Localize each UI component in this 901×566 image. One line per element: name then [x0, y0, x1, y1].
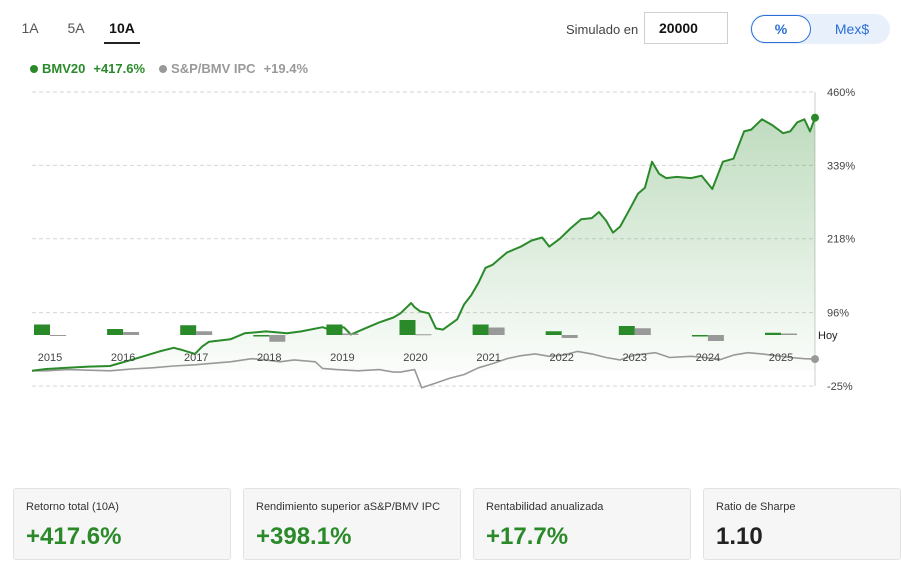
annual-bar-bmv20 [107, 329, 124, 335]
area-bmv20 [32, 117, 815, 371]
x-tick-label: 2021 [476, 352, 500, 364]
stat-value-outperformance: +398.1% [256, 523, 352, 550]
stat-label-outperformance: Rendimiento superior aS&P/BMV IPC [256, 501, 441, 513]
annual-bar-ipc [415, 334, 432, 336]
period-tabs: 1A 5A 10A [12, 14, 150, 44]
legend-dot-bmv20 [30, 64, 38, 73]
legend-value-ipc: +19.4% [263, 61, 309, 76]
annual-bar-bmv20 [34, 324, 50, 335]
annual-bar-bmv20 [253, 335, 270, 337]
stat-label-total-return: Retorno total (10A) [26, 501, 119, 513]
y-tick-label: 96% [827, 308, 849, 320]
x-tick-label: 2019 [330, 352, 354, 364]
tab-1a[interactable]: 1A [12, 14, 48, 44]
y-tick-label: -25% [827, 381, 853, 393]
annual-bar-ipc [123, 332, 140, 335]
y-tick-label: 218% [827, 234, 855, 246]
currency-toggle-button[interactable]: Mex$ [820, 14, 884, 44]
stat-card-total-return: Retorno total (10A) +417.6% [13, 488, 231, 560]
annual-bar-ipc [488, 327, 505, 335]
annual-bar-bmv20 [399, 320, 416, 335]
annual-bar-bmv20 [180, 325, 197, 335]
annual-bar-ipc [781, 333, 797, 335]
stat-value-annualized: +17.7% [486, 523, 569, 550]
annual-bar-ipc [561, 335, 578, 338]
annual-bar-ipc [269, 335, 286, 342]
annual-bar-bmv20 [691, 335, 708, 337]
y-tick-label: 460% [827, 87, 855, 99]
legend-name-ipc: S&P/BMV IPC [171, 61, 256, 76]
legend-value-bmv20: +417.6% [93, 61, 146, 76]
stat-card-annualized: Rentabilidad anualizada +17.7% [473, 488, 691, 560]
simulator-amount-input[interactable] [644, 12, 728, 44]
annual-bar-ipc [342, 333, 359, 335]
annual-bar-bmv20 [545, 331, 562, 335]
annual-bar-bmv20 [472, 324, 489, 335]
legend-name-bmv20: BMV20 [42, 61, 86, 76]
annual-bar-bmv20 [326, 324, 343, 335]
y-tick-label: 339% [827, 160, 855, 172]
series-end-dot-bmv20 [811, 113, 819, 122]
stat-label-sharpe: Ratio de Sharpe [716, 501, 796, 513]
x-tick-label: 2024 [696, 352, 720, 364]
percent-toggle-button[interactable]: % [751, 15, 811, 43]
stat-value-sharpe: 1.10 [716, 523, 763, 550]
x-tick-label: 2022 [549, 352, 573, 364]
x-tick-label: 2016 [111, 352, 135, 364]
legend-dot-ipc [159, 64, 168, 73]
annual-bar-bmv20 [618, 326, 635, 335]
annual-bar-ipc [634, 328, 651, 335]
tab-10a[interactable]: 10A [104, 14, 140, 44]
performance-chart: 460% 339% 218% 96% -25% 2015 2016 2017 2018 2019 2… [31, 87, 855, 393]
x-tick-label: 2025 [769, 352, 793, 364]
annual-bar-ipc [707, 335, 724, 341]
annual-bar-ipc [50, 335, 66, 336]
annual-bar-bmv20 [765, 332, 781, 335]
unit-toggle: % Mex$ [750, 14, 890, 44]
x-tick-label: 2023 [623, 352, 647, 364]
legend-item-bmv20[interactable]: BMV20 +417.6% [30, 61, 145, 76]
tab-5a[interactable]: 5A [58, 14, 94, 44]
x-tick-label: 2015 [38, 352, 62, 364]
today-label: Hoy [818, 330, 838, 342]
chart-legend: BMV20 +417.6% S&P/BMV IPC +19.4% [30, 61, 322, 76]
stat-label-annualized: Rentabilidad anualizada [486, 501, 604, 513]
stat-card-sharpe: Ratio de Sharpe 1.10 [703, 488, 901, 560]
stat-card-outperformance: Rendimiento superior aS&P/BMV IPC +398.1… [243, 488, 461, 560]
x-tick-label: 2017 [184, 352, 208, 364]
legend-item-ipc[interactable]: S&P/BMV IPC +19.4% [159, 61, 308, 76]
x-tick-label: 2020 [403, 352, 427, 364]
stat-value-total-return: +417.6% [26, 523, 122, 550]
simulator-label: Simulado en [566, 22, 639, 37]
x-tick-label: 2018 [257, 352, 281, 364]
series-end-dot-ipc [811, 355, 819, 364]
annual-bar-ipc [196, 331, 213, 335]
